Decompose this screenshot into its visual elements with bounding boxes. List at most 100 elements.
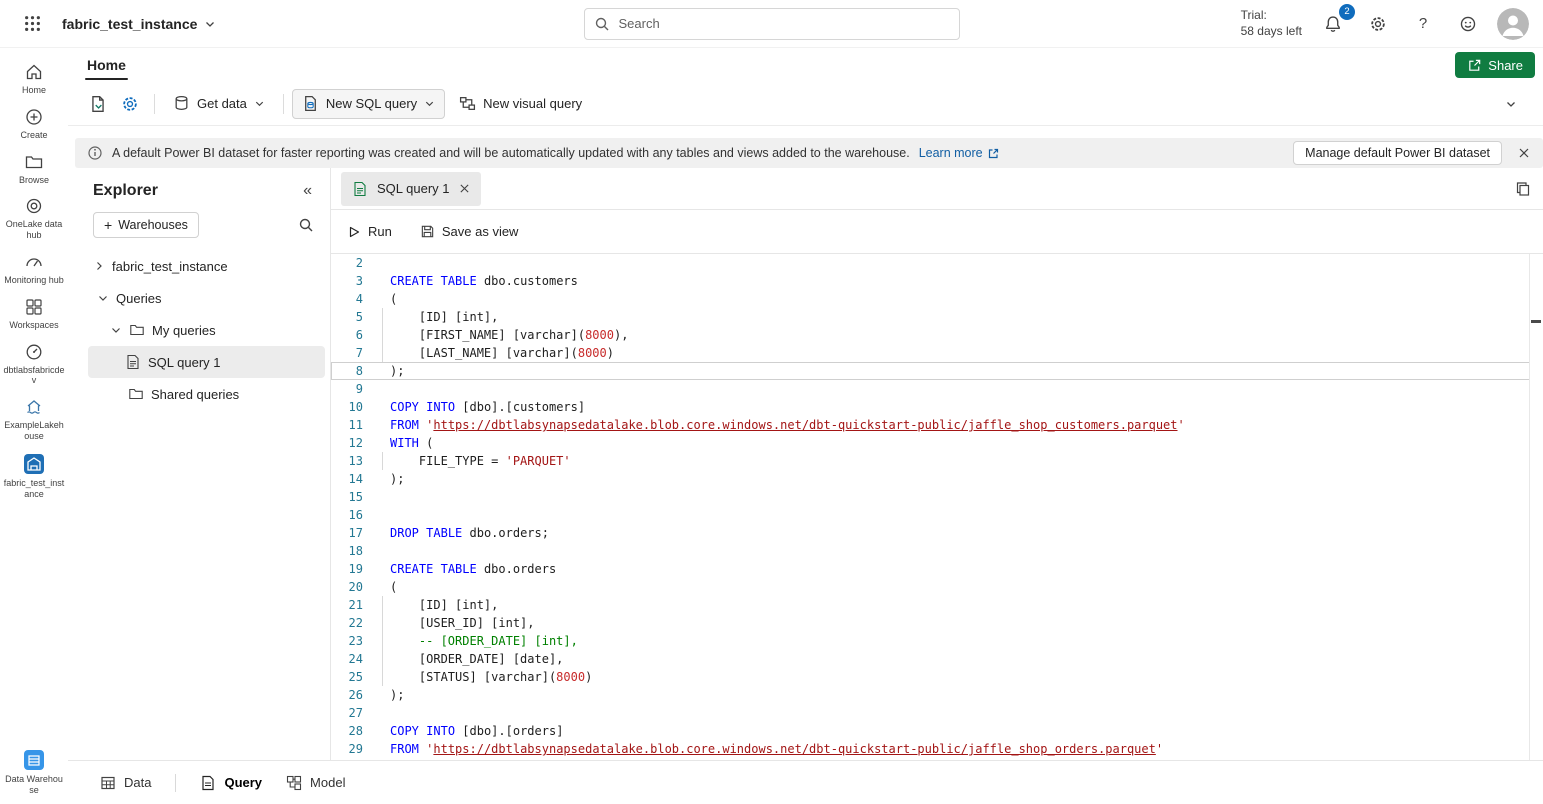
code-line[interactable]: 26);: [331, 686, 1543, 704]
code-line[interactable]: 22 [USER_ID] [int],: [331, 614, 1543, 632]
indent-guide: [382, 308, 383, 326]
bottom-bar-separator: [175, 774, 176, 792]
help-button[interactable]: ?: [1407, 8, 1439, 40]
save-as-view-button[interactable]: Save as view: [420, 224, 519, 239]
save-icon: [420, 224, 435, 239]
settings-button[interactable]: [1362, 8, 1394, 40]
close-tab-icon[interactable]: [459, 183, 470, 194]
code-line[interactable]: 18: [331, 542, 1543, 560]
tree-item-queries[interactable]: Queries: [68, 282, 330, 314]
rail-item-monitoring-hub[interactable]: Monitoring hub: [3, 252, 65, 286]
collapse-pane-icon[interactable]: «: [303, 182, 312, 200]
view-tab-data[interactable]: Data: [100, 775, 151, 791]
indent-guide: [382, 614, 383, 632]
data-warehouse-icon: [23, 749, 45, 771]
code-line[interactable]: 14);: [331, 470, 1543, 488]
rail-item-dbtlabsfabricdev[interactable]: dbtlabsfabricdev: [3, 342, 65, 387]
toolbar-separator: [283, 94, 284, 114]
code-lines: 23CREATE TABLE dbo.customers4(5 [ID] [in…: [331, 254, 1543, 758]
collapse-ribbon-button[interactable]: [1495, 88, 1527, 120]
code-line[interactable]: 2: [331, 254, 1543, 272]
explorer-search-icon[interactable]: [298, 217, 314, 233]
tree-item-my-queries[interactable]: My queries: [68, 314, 330, 346]
code-line[interactable]: 3CREATE TABLE dbo.customers: [331, 272, 1543, 290]
visual-query-icon: [459, 95, 476, 112]
code-line[interactable]: 9: [331, 380, 1543, 398]
global-search: [584, 8, 960, 40]
tab-sql-query-1[interactable]: SQL query 1: [341, 172, 481, 206]
workspace-gauge-icon: [24, 342, 44, 362]
code-line[interactable]: 21 [ID] [int],: [331, 596, 1543, 614]
code-line[interactable]: 13 FILE_TYPE = 'PARQUET': [331, 452, 1543, 470]
code-line[interactable]: 16: [331, 506, 1543, 524]
waffle-menu-icon[interactable]: [16, 8, 48, 40]
chevron-down-icon: [97, 292, 109, 304]
editor-scrollbar[interactable]: [1529, 254, 1543, 760]
new-sql-query-button[interactable]: New SQL query: [292, 89, 445, 119]
view-tab-model[interactable]: Model: [286, 775, 345, 791]
learn-more-link[interactable]: Learn more: [919, 146, 1000, 160]
code-line[interactable]: 10COPY INTO [dbo].[customers]: [331, 398, 1543, 416]
tree-item-warehouse-root[interactable]: fabric_test_instance: [68, 250, 330, 282]
code-line[interactable]: 4(: [331, 290, 1543, 308]
rail-item-data-warehouse[interactable]: Data Warehouse: [3, 749, 65, 796]
get-data-button[interactable]: Get data: [163, 89, 275, 119]
rail-item-home[interactable]: Home: [3, 62, 65, 96]
tree-item-sql-query-1-selected[interactable]: SQL query 1: [88, 346, 325, 378]
code-line[interactable]: 25 [STATUS] [varchar](8000): [331, 668, 1543, 686]
tree-item-shared-queries[interactable]: Shared queries: [68, 378, 330, 410]
run-button[interactable]: Run: [347, 224, 392, 239]
feedback-button[interactable]: [1452, 8, 1484, 40]
rail-item-onelake-data-hub[interactable]: OneLake data hub: [3, 196, 65, 241]
rail-item-fabric-test-instance-selected[interactable]: fabric_test_instance: [3, 453, 65, 500]
rail-item-workspaces[interactable]: Workspaces: [3, 297, 65, 331]
code-line[interactable]: 15: [331, 488, 1543, 506]
line-number: 28: [331, 722, 363, 740]
code-line[interactable]: 8);: [331, 362, 1543, 380]
code-line[interactable]: 12WITH (: [331, 434, 1543, 452]
new-warehouse-button[interactable]: + Warehouses: [93, 212, 199, 238]
notifications-button[interactable]: 2: [1317, 8, 1349, 40]
rail-item-create[interactable]: Create: [3, 107, 65, 141]
bottom-view-switcher: Data Query Model: [68, 760, 1543, 804]
new-visual-query-button[interactable]: New visual query: [449, 89, 592, 119]
code-line[interactable]: 11FROM 'https://dbtlabsynapsedatalake.bl…: [331, 416, 1543, 434]
code-line[interactable]: 29FROM 'https://dbtlabsynapsedatalake.bl…: [331, 740, 1543, 758]
code-line[interactable]: 5 [ID] [int],: [331, 308, 1543, 326]
view-tab-query-selected[interactable]: Query: [200, 775, 262, 791]
code-editor[interactable]: 23CREATE TABLE dbo.customers4(5 [ID] [in…: [331, 254, 1543, 760]
line-number: 13: [331, 452, 363, 470]
sql-document-icon: [302, 95, 319, 112]
code-line[interactable]: 23 -- [ORDER_DATE] [int],: [331, 632, 1543, 650]
rail-label: OneLake data hub: [3, 219, 65, 241]
code-line[interactable]: 6 [FIRST_NAME] [varchar](8000),: [331, 326, 1543, 344]
share-button[interactable]: Share: [1455, 52, 1535, 78]
copy-icon[interactable]: [1515, 181, 1531, 197]
warehouse-settings-button[interactable]: [114, 88, 146, 120]
code-line[interactable]: 17DROP TABLE dbo.orders;: [331, 524, 1543, 542]
tab-home[interactable]: Home: [82, 50, 131, 80]
code-line[interactable]: 27: [331, 704, 1543, 722]
code-line[interactable]: 20(: [331, 578, 1543, 596]
line-number: 7: [331, 344, 363, 362]
new-report-button[interactable]: [82, 88, 114, 120]
manage-default-dataset-button[interactable]: Manage default Power BI dataset: [1293, 141, 1502, 165]
rail-item-browse[interactable]: Browse: [3, 152, 65, 186]
info-icon: [87, 145, 103, 161]
workspace-switcher[interactable]: fabric_test_instance: [62, 16, 216, 32]
play-icon: [347, 225, 361, 239]
top-bar: fabric_test_instance Trial: 58 days left…: [0, 0, 1543, 48]
lakehouse-icon: [24, 397, 44, 417]
trial-label: Trial:: [1241, 8, 1302, 24]
rail-item-examplelakehouse[interactable]: ExampleLakehouse: [3, 397, 65, 442]
line-number: 6: [331, 326, 363, 344]
search-input[interactable]: [584, 8, 960, 40]
code-line[interactable]: 19CREATE TABLE dbo.orders: [331, 560, 1543, 578]
tree-item-label: My queries: [152, 323, 216, 338]
rail-label: fabric_test_instance: [3, 478, 65, 500]
code-line[interactable]: 28COPY INTO [dbo].[orders]: [331, 722, 1543, 740]
avatar[interactable]: [1497, 8, 1529, 40]
banner-close-button[interactable]: [1511, 140, 1537, 166]
code-line[interactable]: 24 [ORDER_DATE] [date],: [331, 650, 1543, 668]
code-line[interactable]: 7 [LAST_NAME] [varchar](8000): [331, 344, 1543, 362]
